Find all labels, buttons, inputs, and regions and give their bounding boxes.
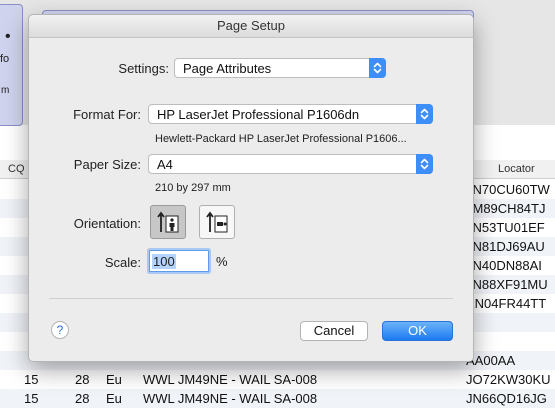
ok-button[interactable]: OK <box>382 321 453 341</box>
chevron-updown-icon <box>369 58 386 78</box>
scale-value: 100 <box>152 254 176 269</box>
help-button[interactable]: ? <box>51 321 69 339</box>
table-row[interactable]: 15 28 Eu WWL JM49NE - WAIL SA-008 JN66QD… <box>0 389 555 408</box>
table-row[interactable]: 15 28 Eu WWL JM49NE - WAIL SA-008 JO72KW… <box>0 370 555 389</box>
locator-cell: JN66QD16JG <box>466 391 547 406</box>
format-popup[interactable]: HP LaserJet Professional P1606dn <box>148 104 433 124</box>
orientation-label: Orientation: <box>73 216 141 231</box>
scale-input[interactable]: 100 <box>149 250 209 272</box>
settings-value: Page Attributes <box>183 61 272 76</box>
settings-popup[interactable]: Page Attributes <box>174 58 386 78</box>
locator-cell: JM89CH84TJ <box>466 201 546 216</box>
page-setup-dialog: Page Setup Settings: Page Attributes For… <box>28 14 474 362</box>
cell: WWL JM49NE - WAIL SA-008 <box>143 372 318 387</box>
format-value: HP LaserJet Professional P1606dn <box>157 107 360 122</box>
paper-size-detail: 210 by 297 mm <box>155 182 231 194</box>
cancel-button[interactable]: Cancel <box>300 321 368 341</box>
locator-cell: KN04FR44TT <box>466 296 547 311</box>
cell: WWL JM49NE - WAIL SA-008 <box>143 391 318 406</box>
paper-size-label: Paper Size: <box>73 157 141 172</box>
portrait-icon <box>157 211 179 233</box>
orientation-landscape-button[interactable] <box>199 205 235 239</box>
bullet: • <box>5 28 11 45</box>
panel-text: fo <box>0 53 10 65</box>
chevron-updown-icon <box>416 154 433 174</box>
orientation-portrait-button[interactable] <box>150 205 186 239</box>
scale-label: Scale: <box>104 255 141 270</box>
locator-cell: JN40DN88AI <box>466 258 542 273</box>
cell: Eu <box>106 372 122 387</box>
scale-unit: % <box>216 254 228 269</box>
cell: 28 <box>75 372 90 387</box>
column-header-cq[interactable]: CQ <box>8 163 25 175</box>
divider <box>49 298 453 299</box>
cell: 28 <box>75 391 90 406</box>
format-detail: Hewlett-Packard HP LaserJet Professional… <box>155 133 407 145</box>
panel-text: m <box>1 85 10 96</box>
locator-cell: JO72KW30KU <box>466 372 551 387</box>
locator-cell: JN88XF91MU <box>466 277 548 292</box>
landscape-icon <box>206 211 228 233</box>
paper-size-popup[interactable]: A4 <box>148 154 433 174</box>
background-left-panel: • fo m <box>0 4 23 126</box>
chevron-updown-icon <box>416 104 433 124</box>
locator-cell: JN70CU60TW <box>466 182 550 197</box>
cell: 15 <box>24 391 39 406</box>
cell: Eu <box>106 391 122 406</box>
cell: 15 <box>24 372 39 387</box>
locator-cell: JN81DJ69AU <box>466 239 545 254</box>
settings-label: Settings: <box>118 61 169 76</box>
format-label: Format For: <box>73 107 141 122</box>
dialog-title: Page Setup <box>29 15 473 38</box>
locator-cell: JN53TU01EF <box>466 220 545 235</box>
paper-size-value: A4 <box>157 157 173 172</box>
column-header-locator[interactable]: Locator <box>498 163 535 175</box>
